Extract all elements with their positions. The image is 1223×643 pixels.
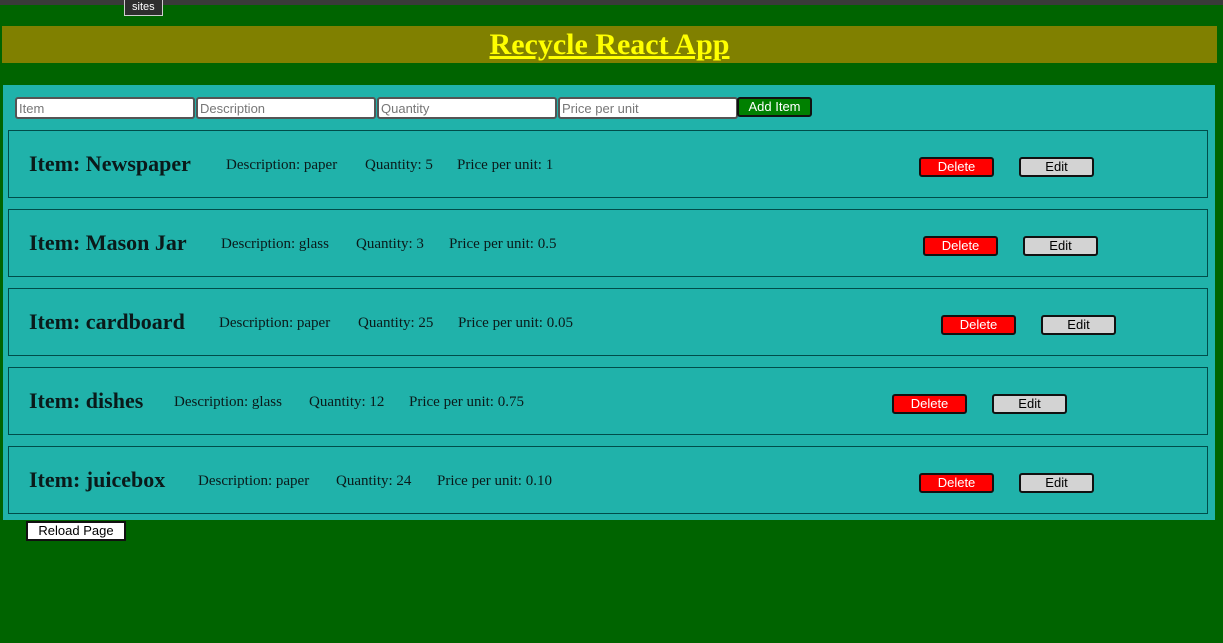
delete-button[interactable]: Delete [941,315,1016,335]
edit-button[interactable]: Edit [1023,236,1098,256]
item-name: Item: cardboard [29,309,185,334]
item-input[interactable] [15,97,195,119]
edit-button[interactable]: Edit [992,394,1067,414]
item-card: Item: Mason Jar Description: glass Quant… [8,209,1208,277]
main-panel: Add Item Item: Newspaper Description: pa… [3,85,1215,520]
price-per-unit-input[interactable] [558,97,738,119]
delete-button[interactable]: Delete [892,394,967,414]
item-card: Item: Newspaper Description: paper Quant… [8,130,1208,198]
item-description: Description: glass [221,236,329,252]
item-quantity: Quantity: 3 [356,236,424,252]
item-description: Description: paper [198,473,310,489]
edit-button[interactable]: Edit [1041,315,1116,335]
item-description: Description: glass [174,394,282,410]
item-description: Description: paper [226,157,338,173]
item-price: Price per unit: 0.10 [437,473,552,489]
sites-tab[interactable]: sites [124,0,163,16]
item-quantity: Quantity: 24 [336,473,412,489]
item-price: Price per unit: 0.5 [449,236,557,252]
item-quantity: Quantity: 25 [358,315,434,331]
app-header: Recycle React App [2,26,1217,63]
item-description: Description: paper [219,315,331,331]
edit-button[interactable]: Edit [1019,157,1094,177]
item-name: Item: Newspaper [29,151,191,176]
item-quantity: Quantity: 12 [309,394,385,410]
item-card: Item: dishes Description: glass Quantity… [8,367,1208,435]
item-price: Price per unit: 0.05 [458,315,573,331]
delete-button[interactable]: Delete [919,473,994,493]
quantity-input[interactable] [377,97,557,119]
delete-button[interactable]: Delete [919,157,994,177]
browser-top-bar [0,0,1223,5]
delete-button[interactable]: Delete [923,236,998,256]
item-name: Item: dishes [29,388,144,413]
description-input[interactable] [196,97,376,119]
item-name: Item: Mason Jar [29,230,187,255]
item-price: Price per unit: 0.75 [409,394,524,410]
item-card: Item: cardboard Description: paper Quant… [8,288,1208,356]
edit-button[interactable]: Edit [1019,473,1094,493]
item-card: Item: juicebox Description: paper Quanti… [8,446,1208,514]
item-quantity: Quantity: 5 [365,157,433,173]
page-title[interactable]: Recycle React App [2,26,1217,63]
reload-page-button[interactable]: Reload Page [26,521,126,541]
item-price: Price per unit: 1 [457,157,554,173]
item-name: Item: juicebox [29,467,166,492]
add-item-button[interactable]: Add Item [737,97,812,117]
